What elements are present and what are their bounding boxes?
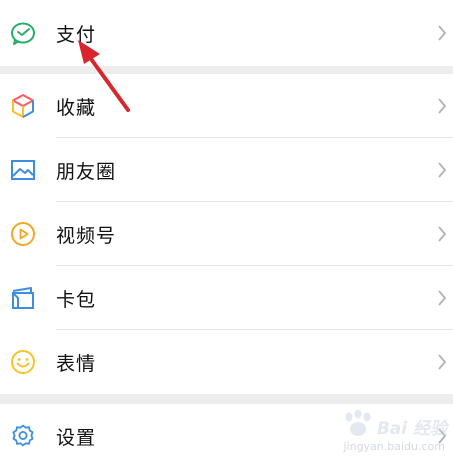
chevron-right-icon <box>438 98 447 114</box>
chevron-right-icon <box>438 25 447 41</box>
chevron-right-icon <box>438 290 447 306</box>
menu-item-label: 收藏 <box>56 96 97 119</box>
watermark-text: Bai 经验 <box>376 419 447 439</box>
menu-item-moments[interactable]: 朋友圈 <box>0 138 453 202</box>
card-wallet-icon <box>12 287 34 309</box>
menu-item-label: 设置 <box>56 426 97 449</box>
favorites-cube-icon <box>12 94 34 118</box>
chevron-right-icon <box>438 226 447 242</box>
menu-item-emoji[interactable]: 表情 <box>0 330 453 394</box>
wechat-pay-icon <box>11 22 35 45</box>
menu-group-main: 收藏 朋友圈 视频号 卡包 表情 <box>0 74 453 394</box>
menu-group-pay: 支付 <box>0 0 453 66</box>
emoji-smile-icon <box>11 350 35 374</box>
section-gap <box>0 394 453 404</box>
menu-item-label: 卡包 <box>56 288 97 311</box>
menu-item-label: 视频号 <box>56 224 117 247</box>
moments-image-icon <box>11 160 35 180</box>
section-gap <box>0 66 453 74</box>
paw-logo-icon <box>345 409 371 436</box>
channels-play-icon <box>11 222 35 246</box>
menu-item-favorites[interactable]: 收藏 <box>0 74 453 138</box>
menu-item-label: 表情 <box>56 352 97 375</box>
menu-item-card-wallet[interactable]: 卡包 <box>0 266 453 330</box>
menu-item-label: 支付 <box>56 23 97 46</box>
menu-item-pay[interactable]: 支付 <box>0 0 453 66</box>
watermark-url: jingyan.baidu.com <box>343 440 445 453</box>
menu-item-channels[interactable]: 视频号 <box>0 202 453 266</box>
watermark: Bai 经验 <box>341 409 447 439</box>
menu-item-label: 朋友圈 <box>56 160 117 183</box>
settings-gear-icon <box>12 424 34 447</box>
chevron-right-icon <box>438 354 447 370</box>
chevron-right-icon <box>438 162 447 178</box>
